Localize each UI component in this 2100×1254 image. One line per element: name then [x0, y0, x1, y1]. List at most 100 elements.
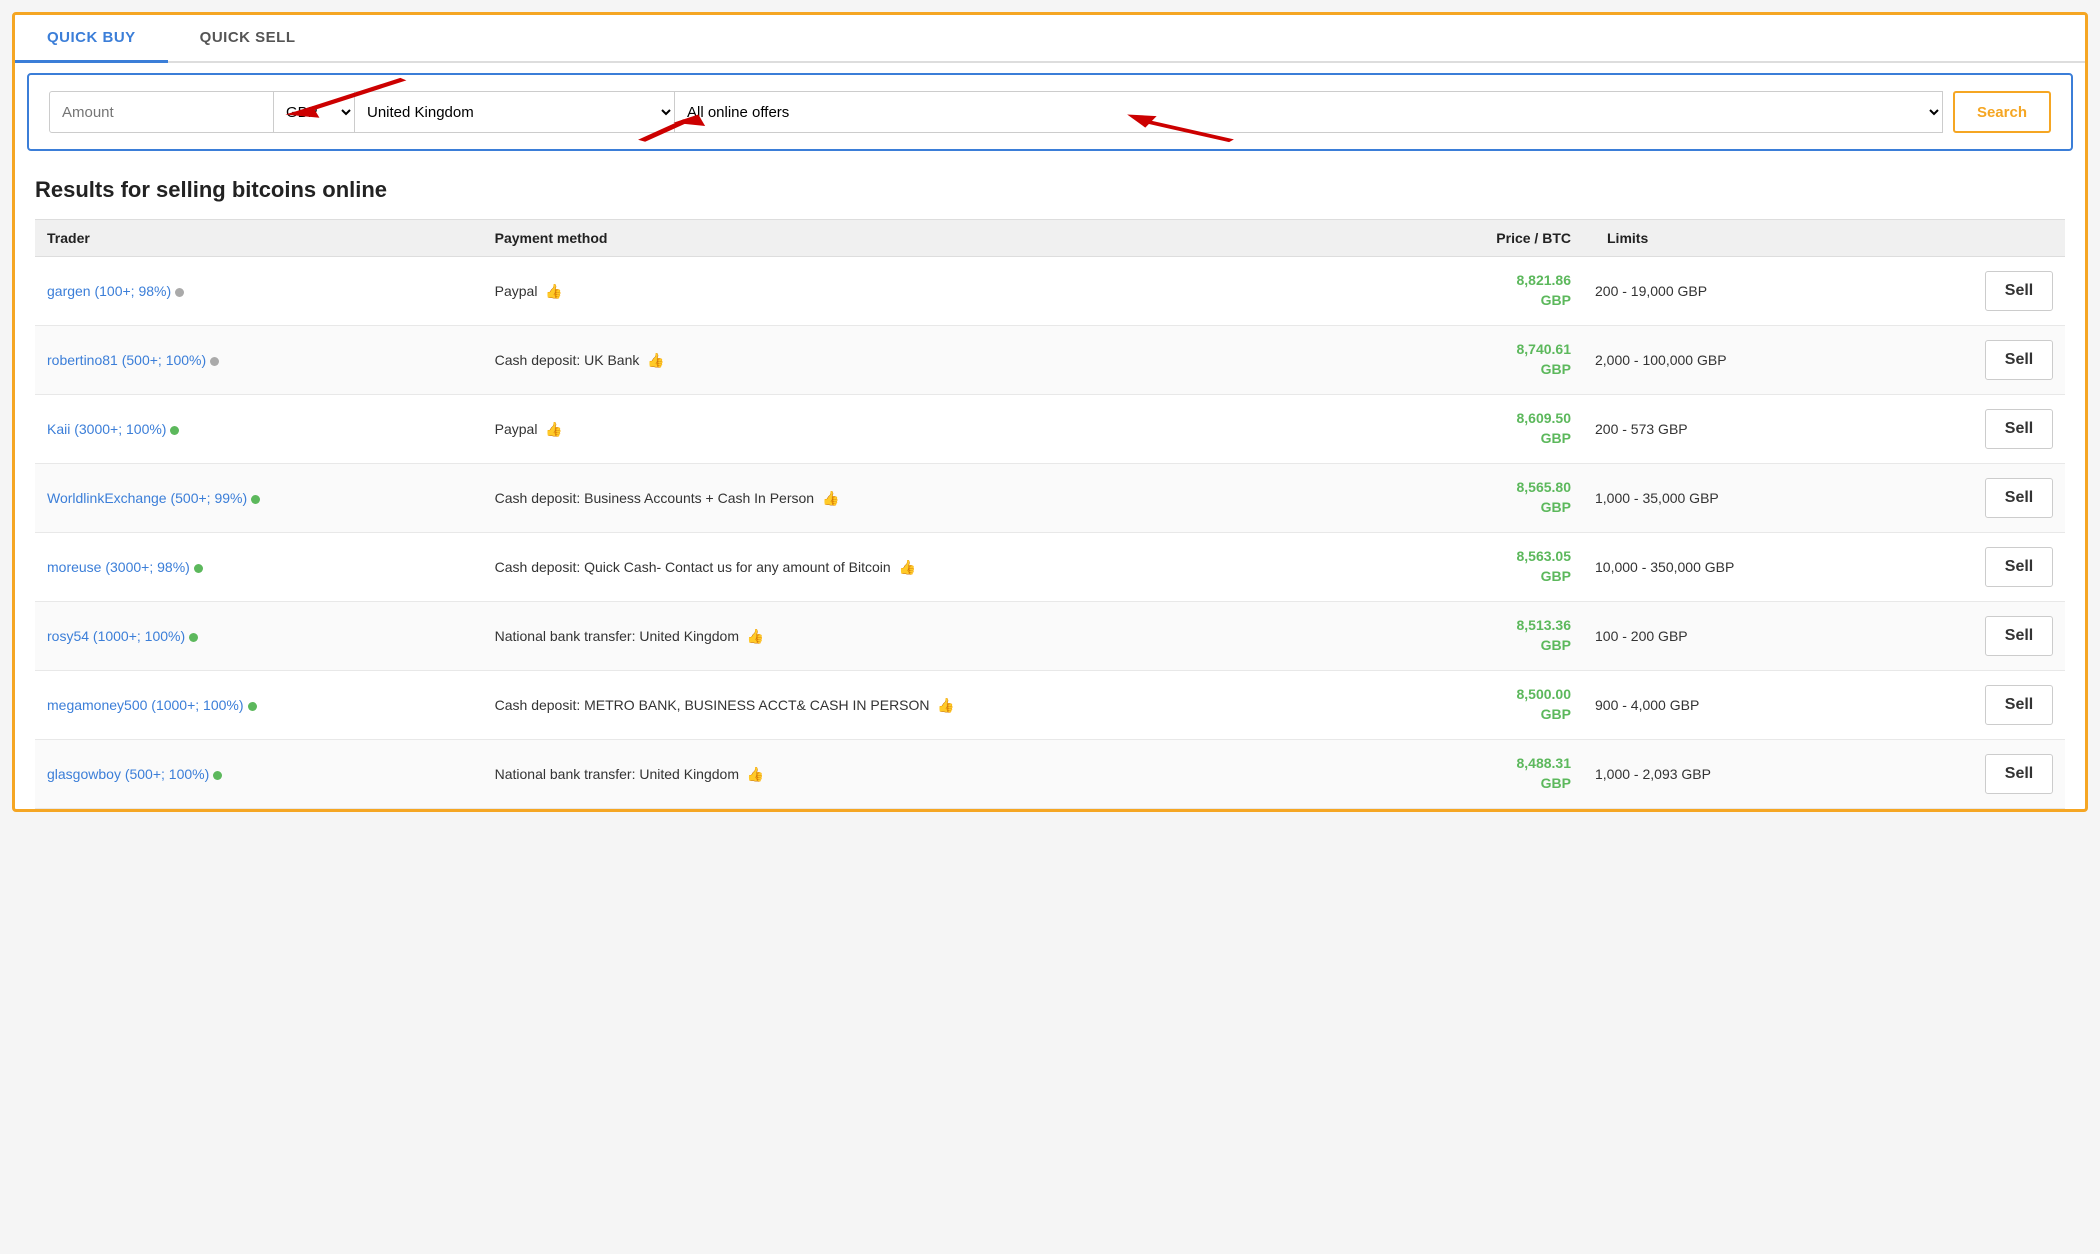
trader-cell: Kaii (3000+; 100%) — [35, 395, 483, 464]
price-currency: GBP — [1541, 361, 1571, 377]
table-row: glasgowboy (500+; 100%) National bank tra… — [35, 740, 2065, 809]
trader-link[interactable]: glasgowboy (500+; 100%) — [47, 766, 209, 782]
price-currency: GBP — [1541, 637, 1571, 653]
table-row: robertino81 (500+; 100%) Cash deposit: UK… — [35, 326, 2065, 395]
payment-cell: Paypal 👍 — [483, 257, 1397, 326]
price-cell: 8,500.00 GBP — [1397, 671, 1583, 740]
search-button[interactable]: Search — [1953, 91, 2051, 133]
sell-button[interactable]: Sell — [1985, 754, 2053, 794]
table-row: WorldlinkExchange (500+; 99%) Cash deposi… — [35, 464, 2065, 533]
thumbs-up-icon: 👍 — [934, 697, 955, 713]
price-currency: GBP — [1541, 775, 1571, 791]
payment-text: Cash deposit: METRO BANK, BUSINESS ACCT&… — [495, 697, 930, 713]
payment-cell: Cash deposit: UK Bank 👍 — [483, 326, 1397, 395]
sell-button[interactable]: Sell — [1985, 478, 2053, 518]
trader-cell: rosy54 (1000+; 100%) — [35, 602, 483, 671]
online-status-dot — [189, 633, 198, 642]
limits-cell: 100 - 200 GBP — [1583, 602, 1891, 671]
trade-table: Trader Payment method Price / BTC Limits… — [35, 219, 2065, 809]
online-status-dot — [175, 288, 184, 297]
payment-cell: Cash deposit: Quick Cash- Contact us for… — [483, 533, 1397, 602]
limits-cell: 1,000 - 2,093 GBP — [1583, 740, 1891, 809]
price-currency: GBP — [1541, 430, 1571, 446]
limits-cell: 10,000 - 350,000 GBP — [1583, 533, 1891, 602]
payment-text: National bank transfer: United Kingdom — [495, 766, 739, 782]
thumbs-up-icon: 👍 — [743, 766, 764, 782]
price-value: 8,565.80 — [1517, 479, 1572, 495]
sell-button[interactable]: Sell — [1985, 685, 2053, 725]
payment-cell: Cash deposit: Business Accounts + Cash I… — [483, 464, 1397, 533]
limits-cell: 200 - 573 GBP — [1583, 395, 1891, 464]
price-cell: 8,565.80 GBP — [1397, 464, 1583, 533]
thumbs-up-icon: 👍 — [541, 283, 562, 299]
search-bar: GBP USD EUR BTC United Kingdom United St… — [27, 73, 2073, 151]
sell-button[interactable]: Sell — [1985, 547, 2053, 587]
table-row: Kaii (3000+; 100%)Paypal 👍8,609.50GBP200… — [35, 395, 2065, 464]
trader-link[interactable]: gargen (100+; 98%) — [47, 283, 171, 299]
trader-link[interactable]: robertino81 (500+; 100%) — [47, 352, 206, 368]
thumbs-up-icon: 👍 — [818, 490, 839, 506]
price-cell: 8,488.31GBP — [1397, 740, 1583, 809]
trader-link[interactable]: rosy54 (1000+; 100%) — [47, 628, 185, 644]
col-price: Price / BTC — [1397, 220, 1583, 257]
action-cell: Sell — [1891, 740, 2065, 809]
payment-text: Paypal — [495, 421, 538, 437]
price-cell: 8,740.61 GBP — [1397, 326, 1583, 395]
price-value: 8,740.61 — [1517, 341, 1572, 357]
results-section: Results for selling bitcoins online Trad… — [15, 161, 2085, 809]
price-value: 8,500.00 — [1517, 686, 1572, 702]
payment-text: Cash deposit: Business Accounts + Cash I… — [495, 490, 814, 506]
table-row: megamoney500 (1000+; 100%) Cash deposit: … — [35, 671, 2065, 740]
payment-text: Paypal — [495, 283, 538, 299]
payment-cell: National bank transfer: United Kingdom 👍 — [483, 602, 1397, 671]
action-cell: Sell — [1891, 671, 2065, 740]
amount-input[interactable] — [49, 91, 274, 133]
tab-quick-buy[interactable]: QUICK BUY — [15, 15, 168, 63]
price-value: 8,563.05 — [1517, 548, 1572, 564]
price-currency: GBP — [1541, 499, 1571, 515]
results-title: Results for selling bitcoins online — [35, 177, 2065, 203]
tabs-bar: QUICK BUY QUICK SELL — [15, 15, 2085, 63]
tab-quick-sell[interactable]: QUICK SELL — [168, 15, 328, 63]
price-currency: GBP — [1541, 706, 1571, 722]
trader-link[interactable]: WorldlinkExchange (500+; 99%) — [47, 490, 247, 506]
payment-text: Cash deposit: Quick Cash- Contact us for… — [495, 559, 891, 575]
price-value: 8,513.36 — [1517, 617, 1572, 633]
action-cell: Sell — [1891, 602, 2065, 671]
offer-filter-select[interactable]: All online offers Paypal Cash deposit Na… — [674, 91, 1943, 133]
action-cell: Sell — [1891, 395, 2065, 464]
sell-button[interactable]: Sell — [1985, 409, 2053, 449]
trader-link[interactable]: megamoney500 (1000+; 100%) — [47, 697, 244, 713]
col-trader: Trader — [35, 220, 483, 257]
thumbs-up-icon: 👍 — [895, 559, 916, 575]
sell-button[interactable]: Sell — [1985, 616, 2053, 656]
trader-cell: gargen (100+; 98%) — [35, 257, 483, 326]
table-row: rosy54 (1000+; 100%) National bank transf… — [35, 602, 2065, 671]
payment-text: National bank transfer: United Kingdom — [495, 628, 739, 644]
sell-button[interactable]: Sell — [1985, 271, 2053, 311]
table-header-row: Trader Payment method Price / BTC Limits — [35, 220, 2065, 257]
trader-link[interactable]: Kaii (3000+; 100%) — [47, 421, 166, 437]
table-row: gargen (100+; 98%)Paypal 👍8,821.86GBP200… — [35, 257, 2065, 326]
trader-cell: robertino81 (500+; 100%) — [35, 326, 483, 395]
online-status-dot — [251, 495, 260, 504]
col-payment: Payment method — [483, 220, 1397, 257]
col-limits: Limits — [1583, 220, 1891, 257]
trader-cell: megamoney500 (1000+; 100%) — [35, 671, 483, 740]
country-select[interactable]: United Kingdom United States Germany Fra… — [354, 91, 674, 133]
action-cell: Sell — [1891, 326, 2065, 395]
trader-link[interactable]: moreuse (3000+; 98%) — [47, 559, 190, 575]
trader-cell: WorldlinkExchange (500+; 99%) — [35, 464, 483, 533]
online-status-dot — [248, 702, 257, 711]
col-action — [1891, 220, 2065, 257]
price-value: 8,821.86 — [1517, 272, 1572, 288]
currency-select[interactable]: GBP USD EUR BTC — [274, 91, 354, 133]
action-cell: Sell — [1891, 257, 2065, 326]
sell-button[interactable]: Sell — [1985, 340, 2053, 380]
payment-cell: Cash deposit: METRO BANK, BUSINESS ACCT&… — [483, 671, 1397, 740]
price-currency: GBP — [1541, 568, 1571, 584]
online-status-dot — [170, 426, 179, 435]
limits-cell: 2,000 - 100,000 GBP — [1583, 326, 1891, 395]
price-currency: GBP — [1541, 292, 1571, 308]
trader-cell: moreuse (3000+; 98%) — [35, 533, 483, 602]
